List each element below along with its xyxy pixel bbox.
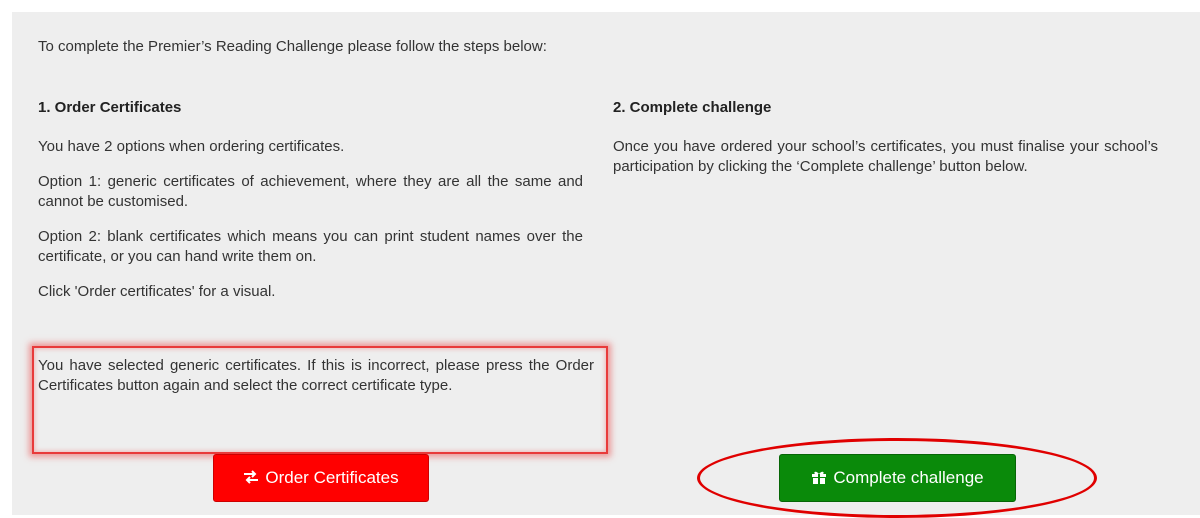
- options-intro-text: You have 2 options when ordering certifi…: [38, 138, 345, 155]
- complete-challenge-section: 2. Complete challenge Once you have orde…: [613, 98, 1158, 192]
- complete-challenge-text: Once you have ordered your school’s cert…: [613, 138, 1158, 175]
- complete-challenge-label: Complete challenge: [833, 468, 984, 487]
- complete-challenge-button[interactable]: Complete challenge: [779, 454, 1016, 502]
- option-2-text: Option 2: blank certificates which means…: [38, 228, 583, 265]
- order-certificates-section: 1. Order Certificates You have 2 options…: [38, 98, 583, 317]
- order-certificates-button[interactable]: Order Certificates: [213, 454, 429, 502]
- order-certificates-label: Order Certificates: [265, 468, 399, 487]
- intro-text: To complete the Premier’s Reading Challe…: [38, 38, 547, 55]
- gift-icon: [811, 469, 827, 488]
- complete-challenge-heading: 2. Complete challenge: [613, 99, 772, 116]
- selected-certificate-note: You have selected generic certificates. …: [38, 357, 594, 394]
- option-1-text: Option 1: generic certificates of achiev…: [38, 173, 583, 210]
- visual-hint-text: Click 'Order certificates' for a visual.: [38, 283, 276, 300]
- exchange-arrows-icon: [243, 469, 259, 487]
- order-certificates-heading: 1. Order Certificates: [38, 99, 182, 116]
